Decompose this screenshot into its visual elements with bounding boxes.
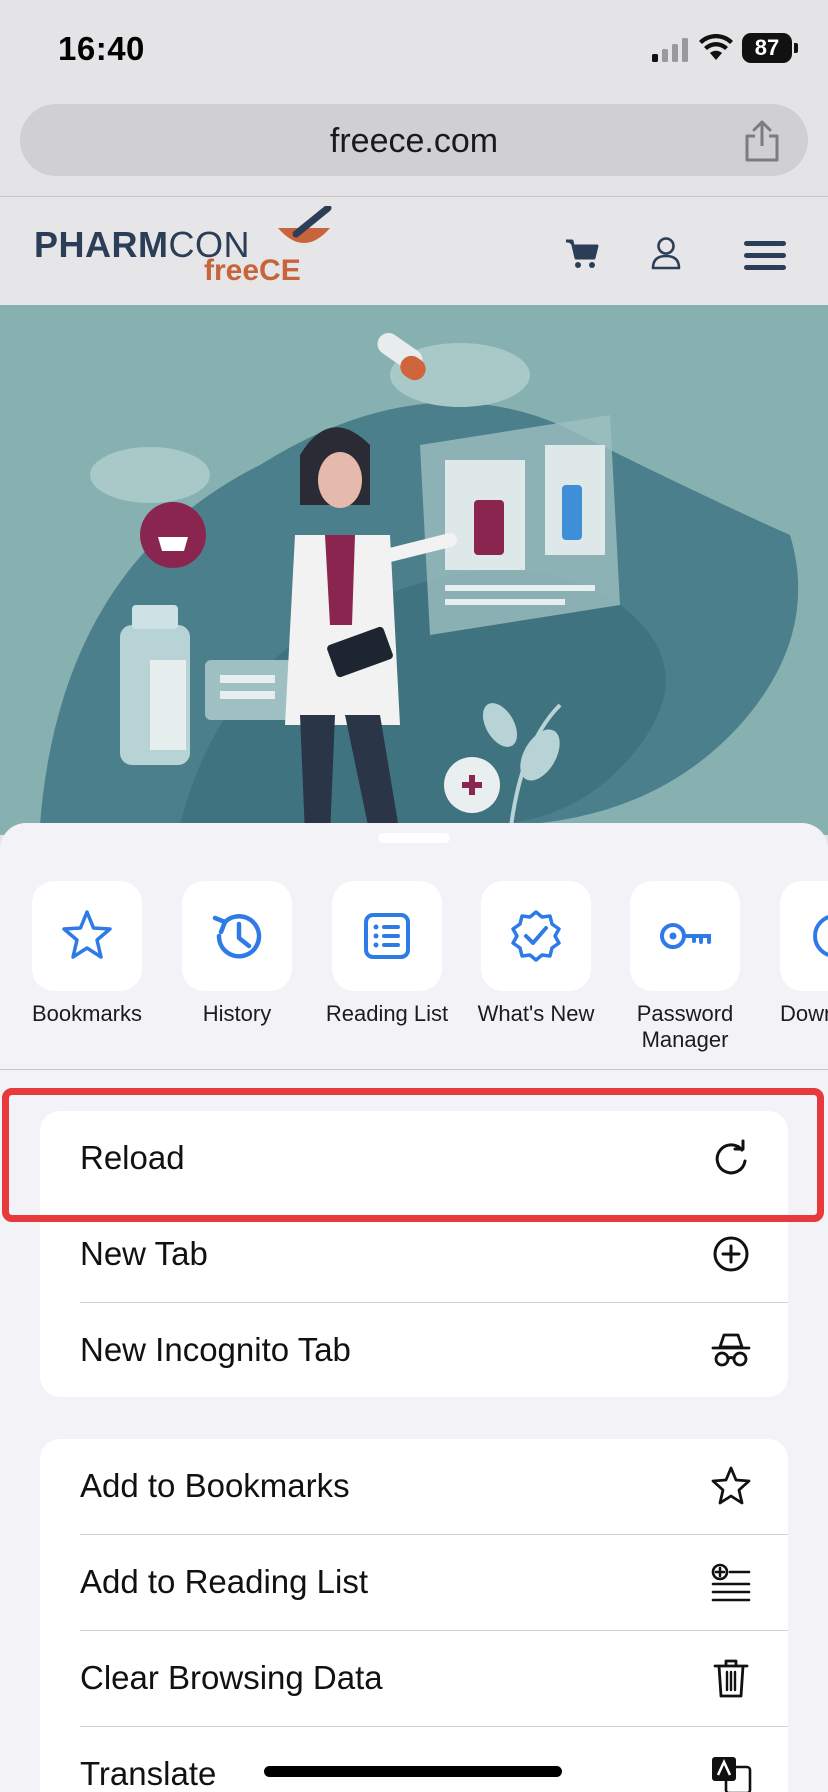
menu-group-page-actions: Add to Bookmarks Add to Reading List Cle… (40, 1439, 788, 1792)
quick-action-downloads[interactable]: Down (760, 881, 828, 1027)
trash-icon (713, 1659, 749, 1698)
quick-action-bookmarks[interactable]: Bookmarks (12, 881, 162, 1027)
battery-indicator: 87 (742, 33, 792, 63)
translate-icon (712, 1757, 752, 1792)
plus-circle-icon (713, 1236, 749, 1272)
status-time: 16:40 (58, 30, 145, 67)
quick-action-history[interactable]: History (162, 881, 312, 1027)
menu-item-clear-browsing-data[interactable]: Clear Browsing Data (40, 1631, 788, 1727)
status-bar: 16:40 87 (0, 0, 828, 96)
whats-new-icon (511, 910, 561, 962)
battery-tip (794, 43, 798, 53)
share-icon[interactable] (742, 118, 782, 164)
quick-action-password-manager[interactable]: Password Manager (610, 881, 760, 1053)
url-text: freece.com (329, 122, 499, 160)
wifi-icon (699, 34, 733, 60)
menu-item-new-tab[interactable]: New Tab (40, 1207, 788, 1303)
mortar-icon (278, 206, 332, 243)
key-icon (660, 923, 711, 949)
reading-list-icon (364, 913, 410, 959)
menu-item-translate[interactable]: Translate (40, 1727, 788, 1792)
sheet-grabber[interactable] (378, 833, 450, 843)
pharmacist-illustration (0, 305, 828, 835)
quick-action-reading-list[interactable]: Reading List (312, 881, 462, 1027)
add-reading-list-icon (711, 1563, 751, 1602)
incognito-icon (711, 1333, 751, 1367)
address-bar[interactable]: freece.com (20, 104, 808, 176)
account-icon[interactable] (651, 236, 681, 270)
hamburger-menu-icon[interactable] (744, 240, 786, 272)
menu-item-add-to-bookmarks[interactable]: Add to Bookmarks (40, 1439, 788, 1535)
download-icon (813, 915, 828, 957)
quick-action-whats-new[interactable]: What's New (461, 881, 611, 1027)
browser-menu-sheet: Bookmarks History Reading List What's Ne… (0, 823, 828, 1792)
reload-icon (715, 1139, 747, 1175)
logo-text-sub: freeCE (204, 254, 301, 287)
history-icon (212, 914, 262, 959)
cart-icon[interactable] (565, 238, 599, 270)
menu-group-tabs: Reload New Tab New Incognito Tab (40, 1111, 788, 1397)
menu-item-reload[interactable]: Reload (40, 1111, 788, 1207)
star-icon (62, 910, 112, 959)
section-divider (0, 1069, 828, 1070)
star-outline-icon (711, 1466, 751, 1505)
hero-illustration (0, 305, 828, 835)
logo-text-main: PHARM (34, 224, 169, 265)
cellular-signal-icon (652, 38, 688, 62)
quick-actions-row: Bookmarks History Reading List What's Ne… (0, 881, 828, 1061)
home-indicator[interactable] (264, 1766, 562, 1777)
menu-item-new-incognito-tab[interactable]: New Incognito Tab (40, 1303, 788, 1397)
menu-item-add-to-reading-list[interactable]: Add to Reading List (40, 1535, 788, 1631)
pharmcon-logo[interactable]: PHARMCON freeCE (34, 206, 334, 287)
